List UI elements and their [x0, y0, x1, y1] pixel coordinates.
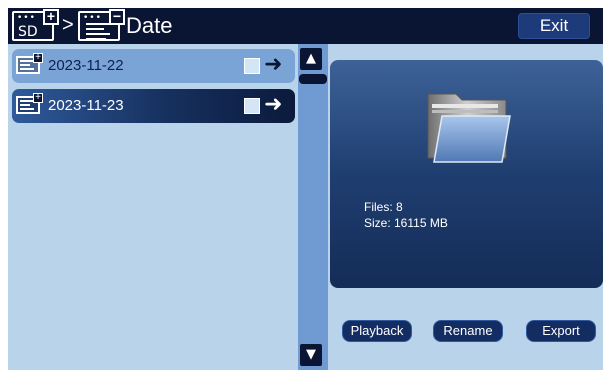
list-item-label: 2023-11-22: [48, 57, 124, 74]
select-checkbox[interactable]: [244, 98, 260, 114]
arrow-right-icon[interactable]: ➜: [264, 52, 282, 78]
breadcrumb-separator: >: [62, 14, 74, 36]
list-item[interactable]: + 2023-11-23 ➜: [12, 89, 295, 123]
list-item-label: 2023-11-23: [48, 97, 124, 114]
export-button[interactable]: Export: [526, 320, 596, 342]
plus-badge-icon: +: [43, 9, 59, 25]
scroll-up-button[interactable]: ▲: [300, 48, 322, 70]
record-folder-icon: +: [16, 93, 43, 114]
sd-card-icon[interactable]: ••• SD +: [12, 9, 59, 41]
header-bar: ••• SD + > ••• − Date Exit: [8, 8, 603, 44]
rename-button[interactable]: Rename: [433, 320, 503, 342]
scroll-thumb[interactable]: [299, 74, 327, 84]
playback-button[interactable]: Playback: [342, 320, 412, 342]
minus-badge-icon: −: [109, 9, 125, 25]
scroll-down-button[interactable]: ▼: [300, 344, 322, 366]
page-title: Date: [126, 13, 173, 38]
select-checkbox[interactable]: [244, 58, 260, 74]
folder-icon: [427, 93, 511, 163]
scrollbar[interactable]: ▲ ▼: [298, 44, 328, 370]
arrow-right-icon[interactable]: ➜: [264, 92, 282, 118]
folder-info-panel: Files: 8 Size: 16115 MB: [330, 60, 603, 288]
file-count: Files: 8: [364, 200, 403, 214]
total-size: Size: 16115 MB: [364, 216, 448, 230]
record-folder-icon: +: [16, 53, 43, 74]
folder-list-icon[interactable]: ••• −: [78, 9, 125, 41]
recorder-screen: ••• SD + > ••• − Date Exit + 2023-11-22 …: [8, 8, 603, 370]
sd-icon-label: SD: [18, 24, 38, 40]
list-item[interactable]: + 2023-11-22 ➜: [12, 49, 295, 83]
exit-button[interactable]: Exit: [518, 13, 590, 39]
